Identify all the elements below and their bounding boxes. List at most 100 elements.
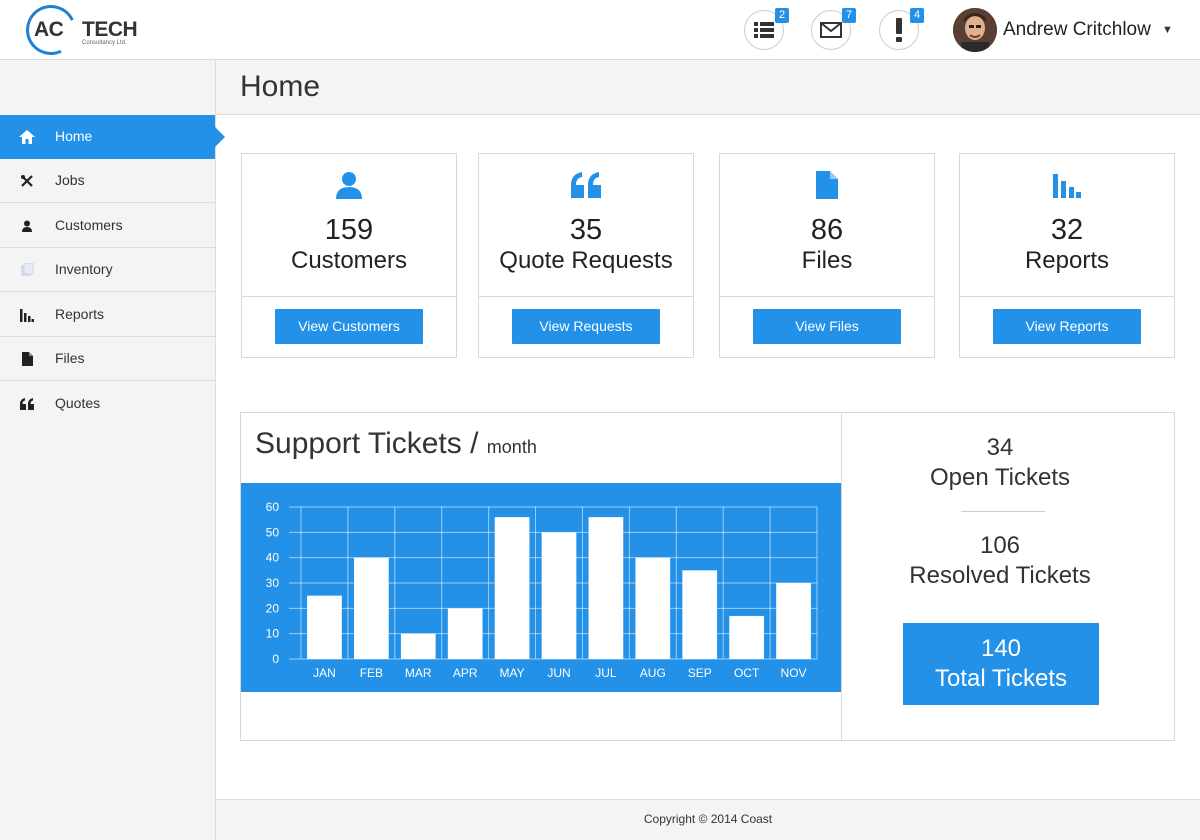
chart-bar: [635, 557, 671, 659]
envelope-icon: [820, 22, 842, 38]
x-tick-label: AUG: [640, 666, 666, 680]
logo-subtext: Consultancy Ltd.: [82, 40, 127, 46]
user-menu-caret-icon[interactable]: ▼: [1162, 24, 1173, 36]
x-tick-label: JAN: [313, 666, 336, 680]
home-icon: [18, 128, 36, 146]
view-files-button[interactable]: View Files: [753, 309, 901, 344]
card-divider: [960, 296, 1174, 297]
exclamation-icon: [895, 18, 903, 42]
x-tick-label: MAR: [405, 666, 432, 680]
tools-icon: [18, 172, 36, 190]
files-card: 86 Files View Files: [719, 153, 935, 358]
tasks-button[interactable]: 2: [744, 8, 789, 50]
card-label: Reports: [1024, 247, 1110, 274]
sidebar-item-customers[interactable]: Customers: [0, 204, 215, 248]
view-requests-button[interactable]: View Requests: [512, 309, 660, 344]
file-icon: [18, 350, 36, 368]
sidebar-item-label: Files: [55, 350, 85, 366]
user-name[interactable]: Andrew Critchlow: [1003, 19, 1151, 41]
tickets-chart-area: 0 10 20 30 40 50 60 JAN FEB MAR APR MAY JUN JUL AUG SEP…: [241, 483, 841, 692]
company-logo[interactable]: AC TECH Consultancy Ltd.: [18, 0, 144, 63]
y-tick-label: 60: [266, 500, 280, 514]
chart-bar: [776, 583, 811, 659]
y-tick-label: 50: [266, 525, 280, 539]
page-title: Home: [240, 70, 321, 103]
messages-badge: 7: [842, 8, 856, 23]
tickets-title: Support Tickets / month: [255, 427, 537, 461]
support-tickets-panel: Support Tickets / month 0 10 20 30 40 50 60 JAN…: [240, 412, 1175, 741]
sidebar-item-files[interactable]: Files: [0, 337, 215, 381]
open-tickets-count: 34: [986, 434, 1014, 461]
x-tick-label: OCT: [734, 666, 760, 680]
chart-bar: [447, 608, 483, 659]
sidebar-item-reports[interactable]: Reports: [0, 293, 215, 337]
bar-chart-icon: [18, 306, 36, 324]
total-tickets-button[interactable]: 140 Total Tickets: [903, 623, 1099, 705]
alerts-button[interactable]: 4: [879, 8, 924, 50]
x-tick-label: FEB: [360, 666, 383, 680]
quote-icon: [18, 395, 36, 413]
quote-icon: [479, 170, 693, 200]
card-count: 32: [1050, 214, 1084, 246]
x-tick-label: MAY: [500, 666, 525, 680]
x-tick-label: SEP: [688, 666, 712, 680]
sidebar: Home Jobs Customers Inventory Reports Fi…: [0, 60, 225, 840]
sidebar-item-label: Jobs: [55, 172, 85, 188]
tickets-title-subtitle: month: [486, 437, 537, 457]
resolved-tickets-label: Resolved Tickets: [909, 562, 1091, 589]
tasks-badge: 2: [775, 8, 789, 23]
reports-card: 32 Reports View Reports: [959, 153, 1175, 358]
tickets-title-text: Support Tickets: [255, 427, 462, 460]
bar-chart-icon: [960, 170, 1174, 200]
y-tick-label: 20: [266, 601, 280, 615]
chart-bar: [354, 557, 389, 659]
chart-bar: [541, 532, 577, 659]
card-label: Customers: [290, 247, 408, 274]
sidebar-item-label: Customers: [55, 217, 123, 233]
top-header: AC TECH Consultancy Ltd. 2 7 4 Andrew Cr…: [0, 0, 1200, 63]
card-divider: [720, 296, 934, 297]
page-title-bar: Home: [216, 60, 1200, 115]
chart-bar: [400, 633, 436, 659]
chart-bar: [682, 570, 718, 659]
sidebar-item-label: Inventory: [55, 261, 113, 277]
messages-button[interactable]: 7: [811, 8, 856, 50]
x-tick-label: JUL: [595, 666, 617, 680]
total-tickets-count: 140: [980, 635, 1022, 662]
open-tickets-label: Open Tickets: [929, 464, 1071, 491]
avatar[interactable]: [953, 8, 997, 52]
y-tick-label: 0: [272, 652, 279, 666]
chart-bar: [494, 517, 530, 659]
footer: Copyright © 2014 Coast: [216, 799, 1200, 840]
tickets-title-slash: /: [470, 427, 479, 460]
card-count: 35: [569, 214, 603, 246]
logo-text-ac: AC: [34, 18, 64, 41]
tickets-bar-chart: 0 10 20 30 40 50 60 JAN FEB MAR APR MAY JUN JUL AUG SEP…: [266, 500, 818, 680]
chart-bar: [729, 615, 764, 659]
card-label: Quote Requests: [499, 247, 673, 274]
list-icon: [754, 22, 774, 38]
view-customers-button[interactable]: View Customers: [275, 309, 423, 344]
sidebar-item-inventory[interactable]: Inventory: [0, 248, 215, 292]
x-tick-label: JUN: [547, 666, 570, 680]
sidebar-item-quotes[interactable]: Quotes: [0, 382, 215, 426]
resolved-tickets-count: 106: [979, 532, 1021, 559]
sidebar-item-jobs[interactable]: Jobs: [0, 159, 215, 203]
chart-bar: [588, 517, 624, 659]
view-reports-button[interactable]: View Reports: [993, 309, 1141, 344]
card-divider: [479, 296, 693, 297]
user-icon: [18, 217, 36, 235]
card-label: Files: [801, 247, 853, 274]
x-tick-label: NOV: [781, 666, 807, 680]
copyright-text: Copyright © 2014 Coast: [643, 812, 773, 826]
card-count: 159: [324, 214, 374, 246]
card-count: 86: [810, 214, 844, 246]
chart-bar: [307, 595, 342, 659]
x-tick-label: APR: [453, 666, 478, 680]
stat-divider: [961, 511, 1045, 512]
card-divider: [242, 296, 456, 297]
inventory-icon: [18, 261, 36, 279]
sidebar-item-home[interactable]: Home: [0, 115, 225, 159]
alerts-badge: 4: [910, 8, 924, 23]
sidebar-item-label: Reports: [55, 306, 105, 322]
